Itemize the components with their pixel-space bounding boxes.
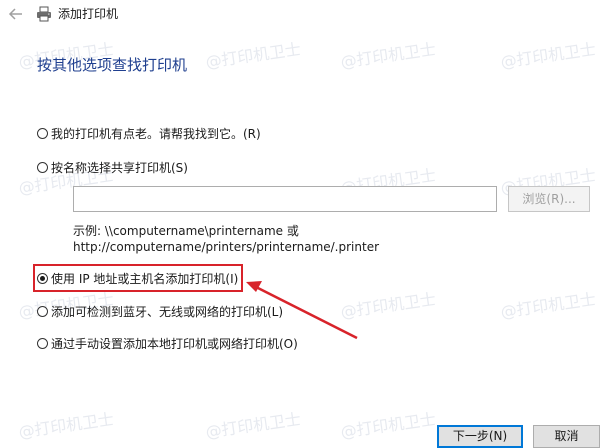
add-printer-window: @打印机卫士 @打印机卫士 @打印机卫士 @打印机卫士 @打印机卫士 @打印机卫… <box>0 0 600 448</box>
annotation-arrow <box>246 281 358 340</box>
cancel-button[interactable]: 取消 <box>533 425 600 448</box>
next-button[interactable]: 下一步(N) <box>437 425 523 448</box>
